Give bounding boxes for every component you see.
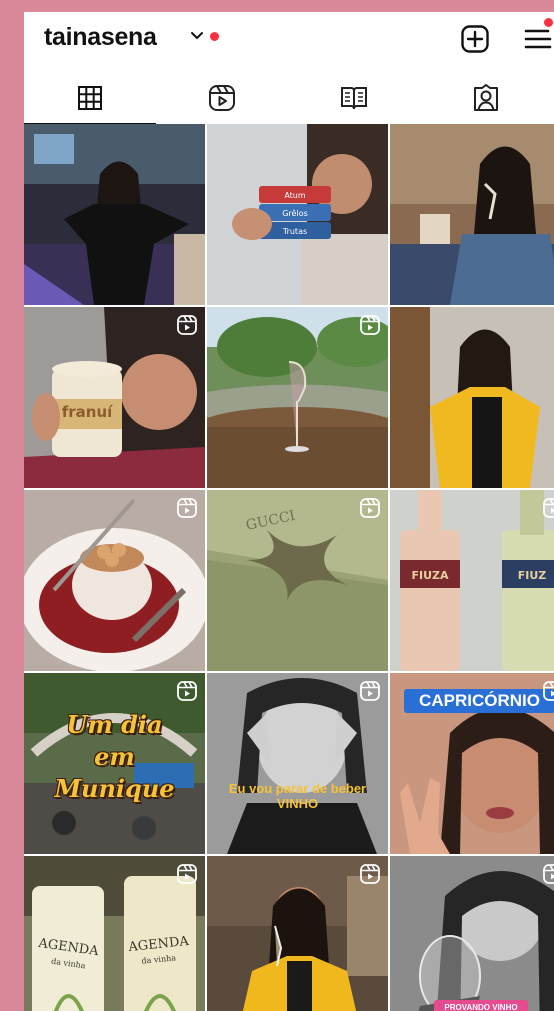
- svg-text:Atum: Atum: [284, 191, 306, 200]
- post-thumbnail[interactable]: AGENDA AGENDA da vinha da vinha: [24, 856, 205, 1011]
- post-thumbnail[interactable]: [207, 307, 388, 488]
- reels-icon: [209, 85, 235, 111]
- post-caption: Eu vou parar de beber VINHO: [228, 781, 367, 811]
- brand-label: franuí: [62, 403, 113, 421]
- instagram-profile-screen: tainasena Atum Grêlos Trutas franuí GUCC…: [24, 12, 554, 1011]
- post-caption: Um dia em Munique: [54, 710, 175, 803]
- post-thumbnail[interactable]: FIUZA FIUZ: [390, 490, 554, 671]
- post-image: [390, 124, 554, 305]
- new-post-icon[interactable]: [460, 24, 490, 54]
- post-thumbnail[interactable]: [24, 124, 205, 305]
- post-thumbnail[interactable]: [390, 307, 554, 488]
- chevron-down-icon[interactable]: [190, 31, 204, 41]
- post-thumbnail[interactable]: [390, 124, 554, 305]
- reel-icon: [543, 498, 554, 518]
- account-notification-dot: [210, 32, 219, 41]
- menu-icon[interactable]: [524, 24, 552, 54]
- post-thumbnail[interactable]: GUCCI: [207, 490, 388, 671]
- post-image: [24, 124, 205, 305]
- brand-label: FIUZA: [411, 569, 449, 582]
- post-caption: CAPRICÓRNIO: [404, 689, 554, 713]
- post-thumbnail[interactable]: [207, 856, 388, 1011]
- tab-guides[interactable]: [288, 74, 420, 122]
- profile-header: tainasena: [24, 12, 554, 64]
- reel-icon: [360, 864, 380, 884]
- guide-book-icon: [341, 87, 367, 110]
- tab-tagged[interactable]: [420, 74, 552, 122]
- reel-icon: [177, 864, 197, 884]
- post-thumbnail[interactable]: CAPRICÓRNIO: [390, 673, 554, 854]
- post-thumbnail[interactable]: [24, 490, 205, 671]
- post-thumbnail[interactable]: Eu vou parar de beber VINHO: [207, 673, 388, 854]
- brand-label: FIUZ: [518, 569, 547, 582]
- profile-tabs: [24, 74, 554, 124]
- reel-icon: [177, 315, 197, 335]
- post-thumbnail[interactable]: Um dia em Munique: [24, 673, 205, 854]
- post-caption: PROVANDO VINHO SEM ÁLCOOL: [434, 1000, 528, 1011]
- reel-icon: [543, 864, 554, 884]
- grid-icon: [78, 86, 102, 110]
- reel-icon: [177, 681, 197, 701]
- tagged-person-icon: [474, 84, 498, 111]
- posts-grid: Atum Grêlos Trutas franuí GUCCI FIUZA FI…: [24, 124, 554, 1011]
- post-image: Atum Grêlos Trutas: [207, 124, 388, 305]
- reel-icon: [360, 315, 380, 335]
- post-thumbnail[interactable]: PROVANDO VINHO SEM ÁLCOOL: [390, 856, 554, 1011]
- post-thumbnail[interactable]: franuí: [24, 307, 205, 488]
- reel-icon: [360, 498, 380, 518]
- post-thumbnail[interactable]: Atum Grêlos Trutas: [207, 124, 388, 305]
- reel-icon: [360, 681, 380, 701]
- svg-text:Trutas: Trutas: [282, 227, 307, 236]
- post-image: FIUZA FIUZ: [390, 490, 554, 671]
- tab-posts[interactable]: [24, 74, 156, 124]
- svg-text:Grêlos: Grêlos: [282, 208, 308, 218]
- profile-username[interactable]: tainasena: [44, 23, 157, 52]
- reel-icon: [177, 498, 197, 518]
- menu-notification-dot: [544, 18, 553, 27]
- post-image: [390, 856, 554, 1011]
- reel-icon: [543, 681, 554, 701]
- post-image: [390, 307, 554, 488]
- tab-reels[interactable]: [156, 74, 288, 122]
